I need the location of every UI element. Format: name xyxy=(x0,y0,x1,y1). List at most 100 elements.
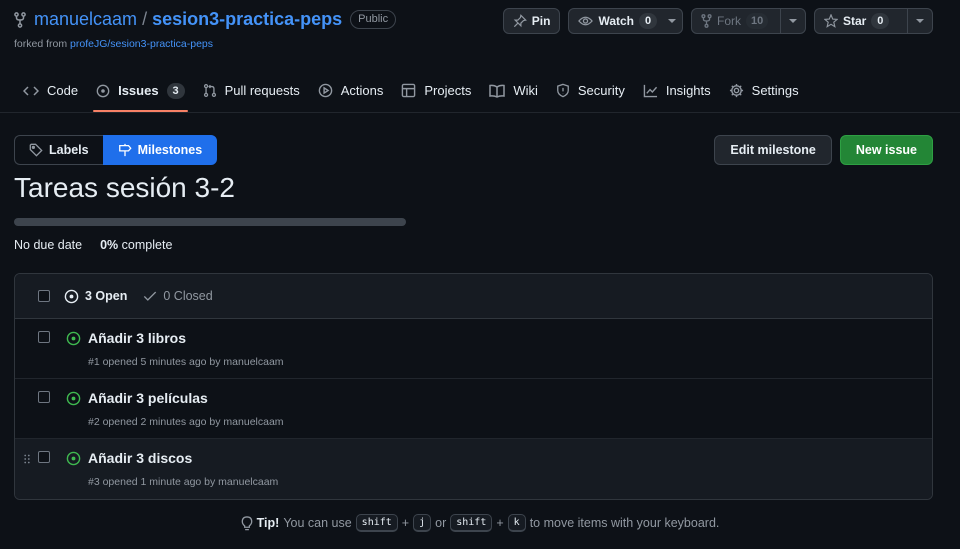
issue-checkbox[interactable] xyxy=(38,331,50,343)
kbd-j: j xyxy=(413,514,432,532)
visibility-badge: Public xyxy=(350,10,397,29)
star-button[interactable]: Star 0 xyxy=(814,8,933,34)
star-counter: 0 xyxy=(871,13,890,29)
drag-handle-icon[interactable] xyxy=(24,454,30,464)
issue-row[interactable]: Añadir 3 discos #3 opened 1 minute ago b… xyxy=(15,439,932,499)
repo-name-link[interactable]: sesion3-practica-peps xyxy=(152,9,342,30)
tab-projects-label: Projects xyxy=(424,83,472,98)
tag-icon xyxy=(29,143,43,157)
tab-issues-label: Issues xyxy=(118,83,159,98)
code-icon xyxy=(23,85,39,97)
labels-button[interactable]: Labels xyxy=(14,135,103,165)
tab-issues[interactable]: Issues 3 xyxy=(87,72,193,112)
milestone-complete-label: complete xyxy=(121,238,173,252)
tip-plus: + xyxy=(401,516,410,530)
edit-milestone-button[interactable]: Edit milestone xyxy=(714,135,832,165)
fork-label: Fork xyxy=(717,14,741,28)
gear-icon xyxy=(729,83,744,98)
repo-forked-icon xyxy=(701,14,712,28)
new-issue-button[interactable]: New issue xyxy=(839,135,933,165)
watch-button[interactable]: Watch 0 xyxy=(568,8,683,34)
star-dropdown[interactable] xyxy=(907,9,932,33)
tab-projects[interactable]: Projects xyxy=(392,72,480,109)
fork-dropdown[interactable] xyxy=(780,9,805,33)
tab-pull-requests[interactable]: Pull requests xyxy=(194,72,309,109)
tab-settings-label: Settings xyxy=(751,83,799,98)
pin-icon xyxy=(513,14,527,28)
open-issues-filter[interactable]: 3 Open xyxy=(64,289,127,304)
chevron-down-icon xyxy=(789,19,797,23)
tab-insights[interactable]: Insights xyxy=(634,72,720,109)
tab-insights-label: Insights xyxy=(665,83,711,98)
issue-meta: #2 opened 2 minutes ago by manuelcaam xyxy=(88,416,284,428)
issue-opened-icon xyxy=(66,451,81,466)
forked-from-prefix: forked from xyxy=(14,38,68,50)
table-icon xyxy=(401,83,416,98)
repo-heading: manuelcaam / sesion3-practica-peps Publi… xyxy=(14,9,397,30)
issue-checkbox[interactable] xyxy=(38,451,50,463)
milestone-due-date: No due date xyxy=(14,238,83,252)
milestone-actions: Edit milestone New issue xyxy=(714,135,933,165)
issue-opened-icon xyxy=(64,289,79,304)
star-label: Star xyxy=(843,14,867,28)
play-icon xyxy=(318,83,333,98)
watch-counter: 0 xyxy=(639,13,657,29)
light-bulb-icon xyxy=(241,515,253,531)
tabs-divider xyxy=(0,112,960,113)
tip-or: or xyxy=(435,516,447,530)
issue-row[interactable]: Añadir 3 libros #1 opened 5 minutes ago … xyxy=(15,319,932,379)
tab-actions-label: Actions xyxy=(340,83,384,98)
tab-wiki-label: Wiki xyxy=(513,83,538,98)
kbd-shift: shift xyxy=(355,514,398,532)
issue-meta: #3 opened 1 minute ago by manuelcaam xyxy=(88,476,279,488)
star-icon xyxy=(824,14,838,28)
issues-list-header: 3 Open 0 Closed xyxy=(15,274,932,319)
tab-wiki[interactable]: Wiki xyxy=(480,72,547,109)
issue-title-link[interactable]: Añadir 3 libros xyxy=(88,330,186,346)
check-icon xyxy=(143,290,157,302)
chevron-down-icon xyxy=(668,19,676,23)
pin-button[interactable]: Pin xyxy=(502,8,561,34)
forked-from-text: forked from profeJG/sesion3-practica-pep… xyxy=(14,38,213,50)
chevron-down-icon xyxy=(916,19,924,23)
tab-security[interactable]: Security xyxy=(547,72,634,109)
tab-code[interactable]: Code xyxy=(14,72,87,109)
issue-checkbox[interactable] xyxy=(38,391,50,403)
tab-issues-counter: 3 xyxy=(166,82,185,99)
tip-text-end: to move items with your keyboard. xyxy=(529,516,720,530)
tab-settings[interactable]: Settings xyxy=(720,72,808,109)
tab-security-label: Security xyxy=(577,83,625,98)
milestone-icon xyxy=(118,143,132,157)
milestone-percent: 0% xyxy=(100,238,119,252)
open-issues-label: 3 Open xyxy=(85,289,128,303)
milestone-title: Tareas sesión 3-2 xyxy=(14,172,236,203)
issue-title-link[interactable]: Añadir 3 discos xyxy=(88,450,192,466)
issue-row[interactable]: Añadir 3 películas #2 opened 2 minutes a… xyxy=(15,379,932,439)
pin-label: Pin xyxy=(531,14,551,28)
milestone-completion: 0% complete xyxy=(100,238,172,252)
closed-issues-filter[interactable]: 0 Closed xyxy=(143,289,213,303)
tip-label: Tip! xyxy=(256,516,280,530)
fork-button[interactable]: Fork 10 xyxy=(691,8,806,34)
milestones-label: Milestones xyxy=(137,143,203,157)
labels-milestones-subnav: Labels Milestones xyxy=(14,135,218,165)
select-all-checkbox[interactable] xyxy=(38,290,50,302)
tab-code-label: Code xyxy=(47,83,79,98)
repo-forked-icon xyxy=(14,11,26,28)
milestone-progress-bar xyxy=(14,218,406,226)
milestones-button[interactable]: Milestones xyxy=(102,135,218,165)
issue-opened-icon xyxy=(96,84,110,98)
repo-actions: Pin Watch 0 Fork 10 Star 0 xyxy=(502,8,933,34)
repo-owner-link[interactable]: manuelcaam xyxy=(34,9,137,30)
git-pull-request-icon xyxy=(203,83,217,98)
fork-counter: 10 xyxy=(746,13,769,29)
repo-separator: / xyxy=(142,9,148,29)
issue-title-link[interactable]: Añadir 3 películas xyxy=(88,390,208,406)
keyboard-tip: Tip! You can use shift + j or shift + k … xyxy=(0,514,960,532)
issue-meta: #1 opened 5 minutes ago by manuelcaam xyxy=(88,356,284,368)
issue-opened-icon xyxy=(66,331,81,346)
tab-pull-requests-label: Pull requests xyxy=(224,83,300,98)
tab-actions[interactable]: Actions xyxy=(309,72,393,109)
shield-icon xyxy=(556,83,570,98)
forked-from-link[interactable]: profeJG/sesion3-practica-peps xyxy=(70,38,213,50)
